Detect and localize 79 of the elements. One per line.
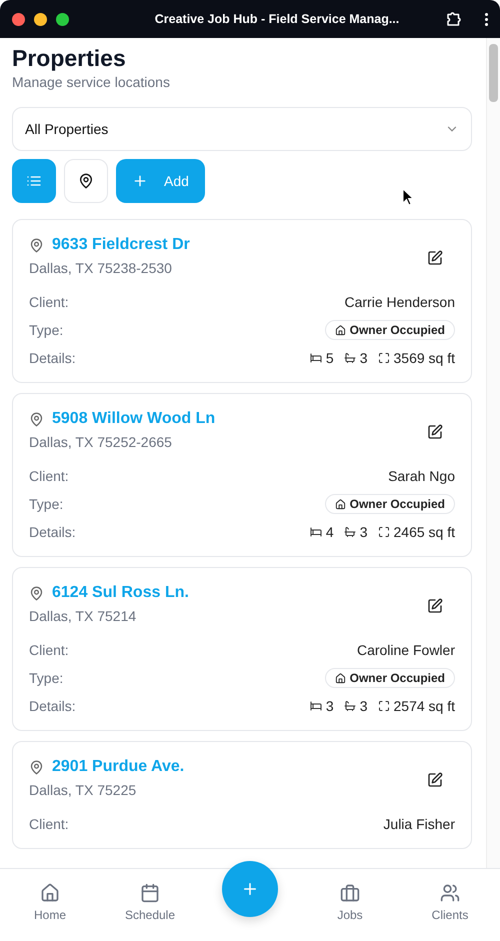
client-name: Julia Fisher [383, 816, 455, 832]
scrollbar[interactable] [486, 38, 500, 868]
bed-icon [310, 700, 322, 712]
type-label: Type: [29, 322, 64, 338]
details-label: Details: [29, 698, 76, 714]
bathroom-count: 3 [360, 350, 368, 366]
page-subtitle: Manage service locations [12, 74, 171, 90]
plus-icon [241, 880, 259, 898]
area-icon [378, 700, 390, 712]
bedroom-count: 4 [326, 524, 334, 540]
details-label: Details: [29, 350, 76, 366]
bath-icon [344, 526, 356, 538]
list-view-button[interactable] [12, 159, 56, 203]
client-name: Sarah Ngo [388, 468, 455, 484]
clients-tab[interactable]: Clients [432, 883, 468, 922]
property-city: Dallas, TX 75238-2530 [29, 260, 173, 276]
type-label: Type: [29, 670, 64, 686]
bath-icon [344, 700, 356, 712]
location-pin-icon [78, 173, 94, 189]
close-button[interactable] [12, 12, 25, 26]
schedule-tab[interactable]: Schedule [124, 883, 176, 922]
type-badge: Owner Occupied [324, 668, 455, 688]
type-label: Type: [29, 496, 64, 512]
bathroom-count: 3 [360, 698, 368, 714]
location-pin-icon [29, 238, 44, 252]
bath-icon [344, 352, 356, 364]
details-label: Details: [29, 524, 76, 540]
location-pin-icon [29, 412, 44, 426]
area-icon [378, 352, 390, 364]
location-pin-icon [29, 760, 44, 774]
bed-icon [310, 352, 322, 364]
property-city: Dallas, TX 75225 [29, 782, 138, 798]
client-label: Client: [29, 294, 69, 310]
location-pin-icon [29, 586, 44, 600]
maximize-button[interactable] [56, 12, 69, 26]
edit-icon[interactable] [427, 250, 443, 266]
bedroom-count: 3 [326, 698, 334, 714]
window-title: Creative Job Hub - Field Service Manag... [154, 12, 400, 26]
house-icon [334, 498, 346, 510]
minimize-button[interactable] [34, 12, 47, 26]
filter-dropdown[interactable]: All Properties [12, 107, 472, 151]
briefcase-icon [340, 883, 360, 903]
plus-icon [132, 173, 148, 189]
house-icon [334, 324, 346, 336]
property-address-link[interactable]: 5908 Willow Wood Ln [52, 410, 216, 428]
type-badge: Owner Occupied [324, 494, 455, 514]
puzzle-icon[interactable] [445, 10, 463, 28]
house-icon [40, 883, 60, 903]
type-badge: Owner Occupied [324, 320, 455, 340]
client-label: Client: [29, 642, 69, 658]
property-city: Dallas, TX 75214 [29, 608, 138, 624]
bathroom-count: 3 [360, 524, 368, 540]
area-size: 2465 sq ft [394, 524, 455, 540]
property-address-link[interactable]: 2901 Purdue Ave. [52, 758, 184, 776]
house-icon [334, 672, 346, 684]
client-label: Client: [29, 816, 69, 832]
property-address-link[interactable]: 9633 Fieldcrest Dr [52, 236, 190, 254]
edit-icon[interactable] [427, 598, 443, 614]
map-view-button[interactable] [64, 159, 108, 203]
cursor-icon [402, 188, 414, 206]
client-label: Client: [29, 468, 69, 484]
edit-icon[interactable] [427, 424, 443, 440]
add-button[interactable]: Add [116, 159, 205, 203]
jobs-tab[interactable]: Jobs [337, 883, 363, 922]
page-title: Properties [12, 44, 127, 72]
property-city: Dallas, TX 75252-2665 [29, 434, 173, 450]
home-tab[interactable]: Home [34, 883, 66, 922]
client-name: Carrie Henderson [344, 294, 455, 310]
property-address-link[interactable]: 6124 Sul Ross Ln. [52, 584, 189, 602]
area-size: 2574 sq ft [394, 698, 455, 714]
area-size: 3569 sq ft [394, 350, 455, 366]
edit-icon[interactable] [427, 772, 443, 788]
bedroom-count: 5 [326, 350, 334, 366]
calendar-icon [140, 883, 160, 903]
area-icon [378, 526, 390, 538]
more-icon[interactable] [485, 12, 488, 26]
client-name: Caroline Fowler [356, 642, 455, 658]
people-icon [440, 883, 460, 903]
bed-icon [310, 526, 322, 538]
